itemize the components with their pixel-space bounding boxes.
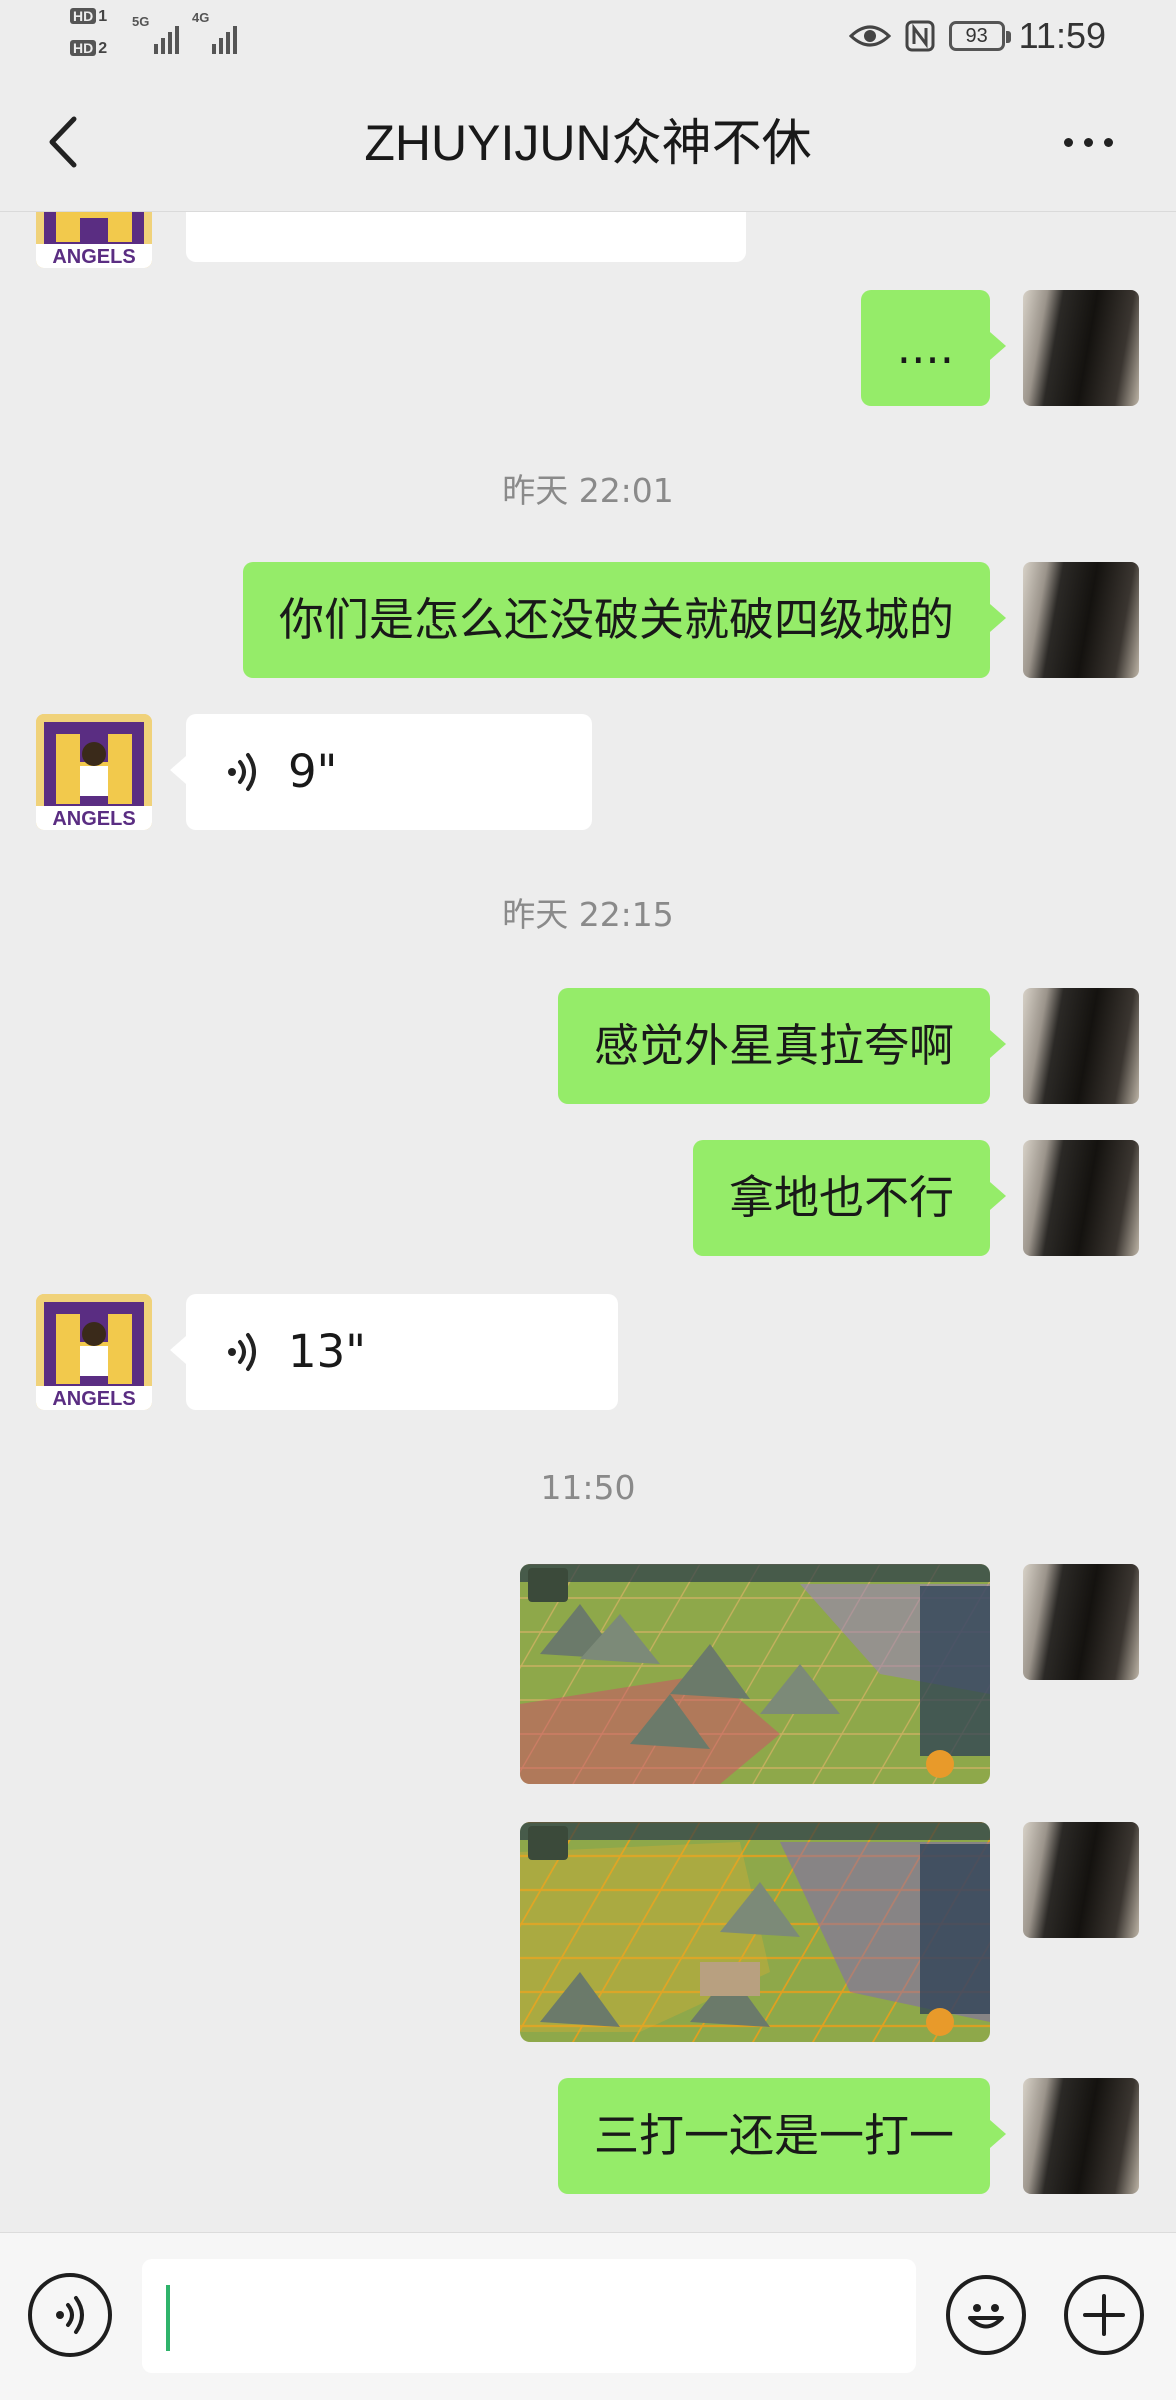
status-right: 93 11:59 [848,14,1106,58]
voice-duration: 13" [288,1325,366,1378]
angels-logo-icon: ANGELS [36,1294,152,1410]
avatar-self[interactable] [1023,562,1139,678]
avatar[interactable]: ANGELS [36,212,152,268]
game-screenshot-image [520,1564,990,1784]
chat-title: ZHUYIJUN众神不休 [364,115,812,171]
battery-indicator: 93 [948,21,1011,51]
chevron-left-icon [49,116,77,168]
image-message[interactable] [520,1564,990,1784]
hd2-indicator: HD 2 [70,40,107,58]
voice-input-icon [56,2296,84,2334]
avatar-self[interactable] [1023,1564,1139,1680]
message-input[interactable] [142,2259,916,2373]
emoji-button[interactable] [946,2275,1026,2355]
message-bubble[interactable]: 感觉外星真拉夸啊 [557,988,1007,1104]
clock: 11:59 [1018,15,1106,56]
plus-button[interactable] [1064,2275,1144,2355]
angels-logo-icon: ANGELS [36,714,152,830]
voice-input-button[interactable] [28,2273,112,2357]
plus-icon [1083,2294,1125,2336]
avatar-self[interactable] [1023,1140,1139,1256]
image-message[interactable] [520,1822,990,2042]
hd1-indicator: HD 1 [70,8,107,26]
back-button[interactable] [38,112,88,172]
more-button[interactable] [1048,112,1128,172]
eye-icon [848,25,891,47]
game-screenshot-image [520,1822,990,2042]
more-dot [1103,137,1113,147]
message-list[interactable]: ANGELS .... 昨天 22:01 你们是怎么还没破关就破四级城的 ANG… [0,212,1176,2232]
message-bubble-cropped[interactable] [186,212,746,262]
emoji-icon [968,2304,1004,2329]
voice-duration: 9" [288,745,338,798]
message-bubble[interactable]: 你们是怎么还没破关就破四级城的 [242,562,1007,678]
message-bubble[interactable]: .... [860,290,1007,406]
network-4g-label: 4G [192,10,210,25]
avatar-self[interactable] [1023,2078,1139,2194]
svg-text:ANGELS: ANGELS [52,1388,135,1410]
chat-header: ZHUYIJUN众神不休 [0,72,1176,212]
message-bubble[interactable]: 拿地也不行 [692,1140,1007,1256]
battery-level: 93 [965,24,988,47]
avatar[interactable]: ANGELS [36,1294,152,1410]
voice-wave-icon [228,1333,256,1371]
message-bubble[interactable]: 三打一还是一打一 [557,2078,1007,2194]
signal-area: HD 1 HD 2 5G 4G [70,8,270,66]
timestamp: 昨天 22:01 [502,471,674,510]
status-bar: HD 1 HD 2 5G 4G 93 11:59 [0,0,1176,72]
angels-logo-icon: ANGELS [36,212,152,268]
avatar-self[interactable] [1023,1822,1139,1938]
more-dots-icon [1063,137,1073,147]
voice-message[interactable]: 9" [170,714,592,830]
voice-message[interactable]: 13" [170,1294,618,1410]
signal-icon-2 [212,20,237,54]
timestamp: 昨天 22:15 [502,895,674,934]
svg-text:ANGELS: ANGELS [52,808,135,830]
voice-wave-icon [228,753,256,791]
avatar-self[interactable] [1023,290,1139,406]
timestamp: 11:50 [540,1468,636,1507]
more-dot [1083,137,1093,147]
avatar[interactable]: ANGELS [36,714,152,830]
svg-text:ANGELS: ANGELS [52,246,135,268]
signal-icon-1 [154,20,179,54]
network-5g-label: 5G [132,14,150,29]
input-bar [0,2232,1176,2400]
nfc-icon [905,20,935,52]
text-caret [166,2285,170,2351]
avatar-self[interactable] [1023,988,1139,1104]
